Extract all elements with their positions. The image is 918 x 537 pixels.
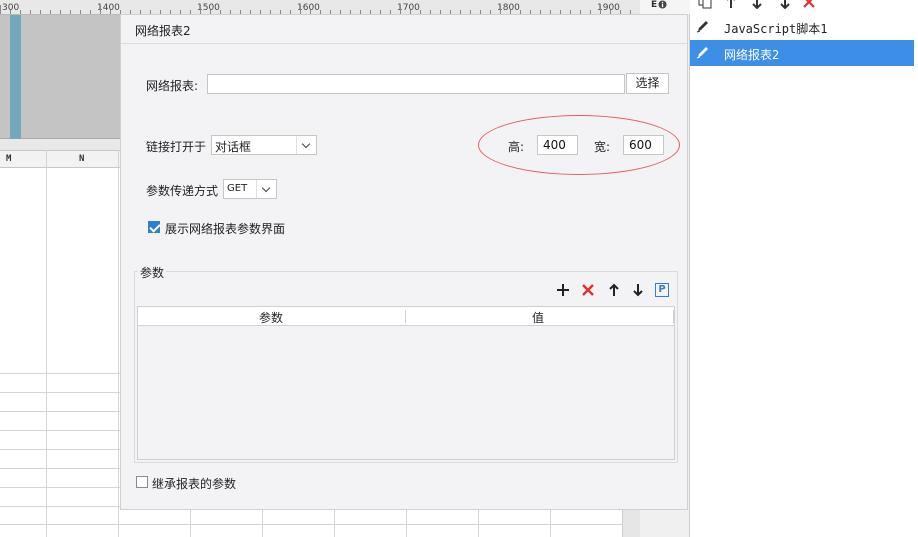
- arrow-up-icon[interactable]: [606, 283, 622, 299]
- separator-icon-text: E: [651, 0, 658, 10]
- arrow-down-icon[interactable]: [630, 283, 646, 299]
- report-label: 网络报表:: [146, 79, 199, 93]
- copy-icon[interactable]: [698, 0, 712, 12]
- ruler-tick: [20, 10, 21, 14]
- column-headers: M N: [0, 150, 120, 168]
- select-button[interactable]: 选择: [626, 73, 669, 94]
- column-divider[interactable]: [405, 310, 406, 323]
- grid-line: [262, 510, 263, 537]
- ruler-tick: [500, 5, 501, 14]
- grid-line: [0, 430, 120, 431]
- column-header-value[interactable]: 值: [532, 309, 544, 326]
- title-divider: [121, 43, 687, 44]
- ruler-tick: [80, 10, 81, 14]
- grid-line: [0, 524, 622, 525]
- ruler-tick: [50, 10, 51, 14]
- open-in-value: 对话框: [215, 140, 252, 154]
- grid-line: [0, 373, 120, 374]
- highlight-annotation: [478, 115, 680, 175]
- ruler-tick: [70, 10, 71, 14]
- ruler-tick: [30, 10, 31, 14]
- sheet-gap: [0, 139, 120, 150]
- ruler-tick: [60, 10, 61, 14]
- list-item-label: 网络报表2: [724, 48, 780, 62]
- grid-line: [0, 468, 120, 469]
- dialog-title: 网络报表2: [135, 24, 191, 38]
- report-path-input[interactable]: [207, 74, 625, 94]
- grid-line: [118, 150, 119, 537]
- ruler-tick: [10, 10, 11, 14]
- list-toolbar: [690, 0, 918, 12]
- grid-line: [0, 411, 120, 412]
- list-item-javascript[interactable]: JavaScript脚本1: [690, 14, 914, 40]
- pencil-icon: [696, 45, 710, 59]
- show-params-checkbox[interactable]: [148, 221, 160, 233]
- arrow-down-icon[interactable]: [752, 0, 762, 12]
- ruler-tick: [300, 5, 301, 14]
- ruler-tick: [600, 5, 601, 14]
- grid-line: [406, 510, 407, 537]
- preview-bar: [10, 15, 21, 139]
- open-in-select[interactable]: 对话框: [211, 135, 317, 155]
- column-header-n[interactable]: N: [79, 154, 84, 164]
- method-value: GET: [227, 183, 248, 194]
- chevron-down-icon[interactable]: [256, 180, 276, 198]
- ruler-tick: [0, 5, 1, 14]
- list-item-network-report[interactable]: 网络报表2: [690, 40, 914, 66]
- ruler-tick: [400, 5, 401, 14]
- pencil-icon: [696, 19, 710, 33]
- open-in-label: 链接打开于: [146, 140, 207, 154]
- grid-line: [46, 150, 47, 537]
- ruler-tick: [200, 5, 201, 14]
- params-table-header: 参数 值: [138, 307, 674, 326]
- separator-header: E: [640, 0, 690, 14]
- hyperlink-list-panel: JavaScript脚本1 网络报表2: [690, 0, 918, 537]
- add-icon[interactable]: [555, 283, 571, 299]
- grid-line: [0, 392, 120, 393]
- ruler-tick: [90, 10, 91, 14]
- grid-line: [478, 510, 479, 537]
- column-divider[interactable]: [673, 310, 674, 323]
- info-icon[interactable]: E: [651, 0, 667, 10]
- show-params-label: 展示网络报表参数界面: [165, 222, 286, 236]
- grid-line: [0, 487, 120, 488]
- chevron-down-icon[interactable]: [296, 136, 316, 154]
- arrow-up-icon[interactable]: [726, 0, 736, 12]
- grid-line: [334, 510, 335, 537]
- horizontal-ruler: 300 1400 1500 1600 1700 1800 1900: [0, 0, 640, 15]
- image-preview-area: [0, 15, 120, 139]
- close-icon[interactable]: [802, 0, 816, 12]
- grid-line: [550, 510, 551, 537]
- column-header-param[interactable]: 参数: [259, 309, 283, 326]
- grid-line: [0, 449, 120, 450]
- move-down-icon[interactable]: [776, 0, 792, 12]
- params-group-label: 参数: [138, 264, 167, 281]
- ruler-tick: [40, 10, 41, 14]
- list-item-label: JavaScript脚本1: [724, 22, 828, 36]
- inherit-params-label: 继承报表的参数: [152, 477, 237, 491]
- ruler-tick: [110, 10, 111, 14]
- grid-line: [190, 510, 191, 537]
- method-select[interactable]: GET: [223, 179, 277, 199]
- parameter-icon[interactable]: P: [655, 283, 669, 297]
- params-table: 参数 值: [137, 306, 675, 460]
- method-label: 参数传递方式: [146, 184, 219, 198]
- ruler-tick: [100, 5, 101, 14]
- network-report-dialog: 网络报表2 网络报表: 选择 链接打开于 对话框 高: 400 宽: 600 参…: [120, 14, 688, 510]
- column-header-m[interactable]: M: [6, 154, 11, 164]
- delete-icon[interactable]: [580, 283, 596, 299]
- inherit-params-checkbox[interactable]: [136, 476, 148, 488]
